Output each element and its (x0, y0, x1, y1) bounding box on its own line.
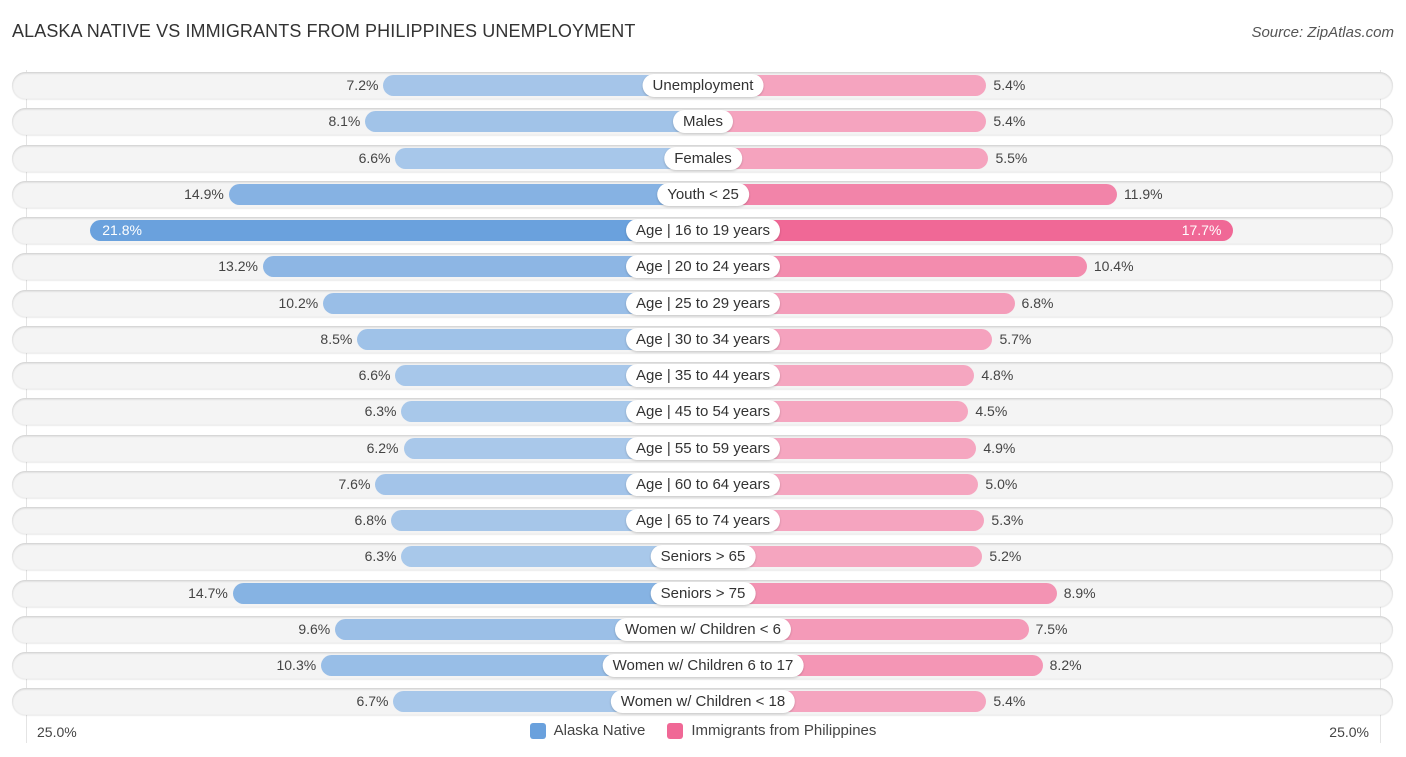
legend-label-alaska-native: Alaska Native (553, 722, 646, 739)
bar-alaska-native[interactable] (90, 220, 703, 241)
value-label-alaska-native: 7.6% (338, 475, 371, 492)
value-label-immigrants-philippines: 5.7% (999, 330, 1032, 347)
value-label-immigrants-philippines: 4.5% (975, 403, 1008, 420)
diverging-bar-chart: 7.2% 5.4% Unemployment 8.1% 5.4% Males 6.6% 5.5… (0, 0, 1406, 757)
category-label: Seniors > 65 (650, 545, 756, 569)
value-label-alaska-native: 14.9% (184, 185, 224, 202)
legend-item-alaska-native[interactable]: Alaska Native (529, 722, 646, 739)
category-label: Seniors > 75 (650, 581, 756, 605)
value-label-alaska-native: 6.3% (364, 548, 397, 565)
category-label: Age | 45 to 54 years (626, 400, 780, 424)
value-label-alaska-native: 7.2% (346, 77, 379, 93)
bar-immigrants-philippines[interactable] (703, 147, 989, 169)
value-label-immigrants-philippines: 17.7% (1181, 222, 1222, 238)
legend-item-immigrants-philippines[interactable]: Immigrants from Philippines (667, 722, 876, 739)
category-label: Women w/ Children < 18 (610, 690, 796, 714)
value-label-alaska-native: 14.7% (188, 584, 228, 601)
legend-label-immigrants-philippines: Immigrants from Philippines (691, 722, 877, 739)
value-label-alaska-native: 6.2% (366, 439, 399, 456)
bar-alaska-native[interactable] (232, 582, 703, 604)
legend: Alaska Native Immigrants from Philippine… (0, 722, 1406, 739)
value-label-alaska-native: 6.7% (356, 693, 389, 710)
category-label: Women w/ Children < 6 (614, 617, 792, 641)
value-label-immigrants-philippines: 5.3% (991, 512, 1024, 528)
bar-alaska-native[interactable] (395, 147, 703, 169)
value-label-alaska-native: 6.6% (358, 149, 391, 166)
value-label-alaska-native: 21.8% (102, 222, 142, 238)
legend-swatch-alaska-native (529, 722, 546, 739)
value-label-immigrants-philippines: 7.5% (1035, 620, 1068, 637)
category-label: Unemployment (642, 74, 764, 97)
category-label: Males (672, 110, 734, 134)
category-label: Youth < 25 (657, 182, 749, 206)
category-label: Age | 65 to 74 years (626, 509, 780, 532)
bar-alaska-native[interactable] (228, 183, 703, 205)
value-label-alaska-native: 6.8% (354, 512, 387, 528)
value-label-immigrants-philippines: 8.2% (1049, 657, 1082, 673)
category-label: Age | 35 to 44 years (626, 364, 780, 387)
value-label-immigrants-philippines: 5.0% (985, 475, 1018, 492)
value-label-immigrants-philippines: 8.9% (1063, 584, 1096, 601)
value-label-alaska-native: 6.3% (364, 403, 397, 420)
bar-immigrants-philippines[interactable] (703, 220, 1234, 241)
legend-swatch-immigrants-philippines (667, 722, 684, 739)
category-label: Age | 55 to 59 years (626, 436, 780, 460)
category-label: Age | 16 to 19 years (626, 219, 780, 242)
value-label-immigrants-philippines: 4.8% (981, 367, 1014, 383)
value-label-immigrants-philippines: 4.9% (983, 439, 1016, 456)
category-label: Age | 25 to 29 years (626, 291, 780, 315)
bar-alaska-native[interactable] (365, 111, 703, 133)
category-label: Age | 30 to 34 years (626, 327, 780, 351)
value-label-immigrants-philippines: 11.9% (1123, 185, 1163, 202)
category-label: Women w/ Children 6 to 17 (602, 654, 804, 677)
category-label: Age | 60 to 64 years (626, 472, 780, 496)
bar-immigrants-philippines[interactable] (703, 111, 987, 133)
value-label-alaska-native: 13.2% (218, 258, 258, 275)
value-label-immigrants-philippines: 5.4% (993, 693, 1026, 710)
bar-immigrants-philippines[interactable] (703, 582, 1057, 604)
value-label-immigrants-philippines: 10.4% (1093, 258, 1134, 275)
value-label-immigrants-philippines: 5.5% (995, 149, 1028, 166)
category-label: Age | 20 to 24 years (626, 255, 780, 279)
value-label-alaska-native: 10.2% (278, 294, 319, 311)
value-label-immigrants-philippines: 6.8% (1021, 294, 1054, 311)
bar-immigrants-philippines[interactable] (703, 183, 1117, 205)
value-label-immigrants-philippines: 5.4% (993, 77, 1026, 93)
value-label-alaska-native: 9.6% (298, 620, 331, 637)
value-label-immigrants-philippines: 5.2% (989, 548, 1022, 565)
value-label-immigrants-philippines: 5.4% (993, 113, 1026, 130)
value-label-alaska-native: 6.6% (358, 367, 391, 383)
value-label-alaska-native: 8.5% (320, 330, 353, 347)
value-label-alaska-native: 10.3% (276, 657, 317, 673)
category-label: Females (664, 146, 742, 170)
value-label-alaska-native: 8.1% (328, 113, 361, 130)
